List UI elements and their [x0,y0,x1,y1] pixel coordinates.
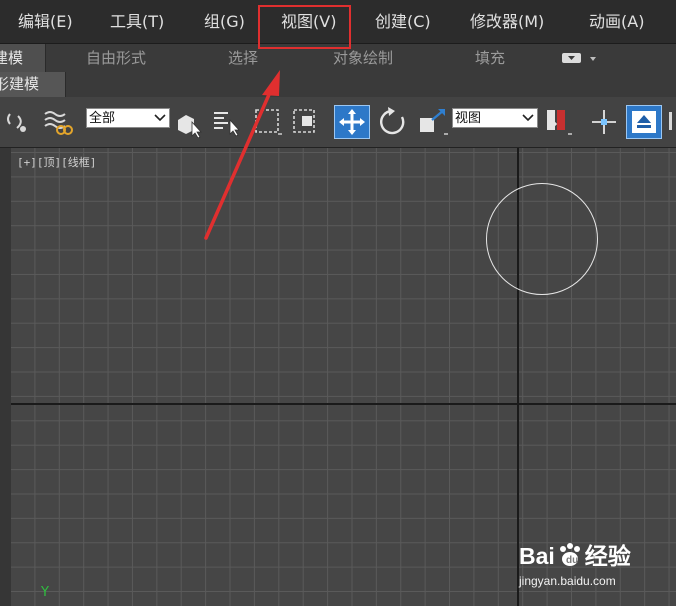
bind-space-warp-icon[interactable] [42,106,76,138]
menu-group[interactable]: 组(G) [204,12,245,32]
select-and-scale-icon[interactable] [418,106,450,138]
ribbon-panel-bar: 形建模 [0,72,676,98]
main-toolbar: 全部 视图 [0,97,676,148]
watermark-url: jingyan.baidu.com [519,574,616,588]
select-object-icon[interactable] [176,106,206,139]
select-and-manipulate-icon[interactable] [589,106,619,138]
reference-coordinate-dropdown[interactable]: 视图 [452,108,538,128]
app-window: 编辑(E) 工具(T) 组(G) 视图(V) 创建(C) 修改器(M) 动画(A… [0,0,676,606]
tab-freeform[interactable]: 自由形式 [86,48,146,68]
keyboard-shortcut-override-icon[interactable] [626,105,662,139]
paw-icon: du [555,542,585,566]
ribbon-options-icon[interactable] [561,50,601,66]
tab-object-paint[interactable]: 对象绘制 [333,48,393,68]
ribbon-panel-label[interactable]: 形建模 [0,72,66,97]
annotation-highlight-box [258,5,351,49]
axis-y-label: Y [41,585,49,600]
tab-selection[interactable]: 选择 [228,48,258,68]
menu-tools[interactable]: 工具(T) [110,12,164,32]
viewport-label[interactable]: [+][顶][线框] [17,154,96,170]
chevron-down-icon [522,109,534,134]
circle-shape[interactable] [486,183,598,295]
baidu-watermark: Bai du 经验 jingyan.baidu.com [515,531,675,591]
toolbar-overflow-icon[interactable] [667,106,676,138]
menu-modifiers[interactable]: 修改器(M) [470,12,544,32]
pivot-center-icon[interactable] [544,106,576,138]
world-axis-horizontal [11,403,676,405]
select-and-rotate-icon[interactable] [377,106,407,138]
chevron-down-icon [154,109,166,134]
selection-filter-value: 全部 [89,111,116,126]
tab-modeling[interactable]: 建模 [0,44,46,72]
menu-animation[interactable]: 动画(A) [589,12,644,32]
unlink-icon[interactable] [4,106,32,138]
menu-edit[interactable]: 编辑(E) [18,12,73,32]
svg-text:du: du [566,555,578,566]
selection-filter-dropdown[interactable]: 全部 [86,108,170,128]
watermark-brand: Bai du 经验 [519,542,631,569]
tab-populate[interactable]: 填充 [475,48,505,68]
viewport-left-strip [0,148,11,606]
rectangular-selection-icon[interactable] [252,106,282,138]
menu-create[interactable]: 创建(C) [375,12,431,32]
select-and-move-icon[interactable] [334,105,370,139]
select-by-name-icon[interactable] [212,106,242,138]
reference-coordinate-value: 视图 [455,111,482,126]
window-crossing-icon[interactable] [291,106,321,138]
